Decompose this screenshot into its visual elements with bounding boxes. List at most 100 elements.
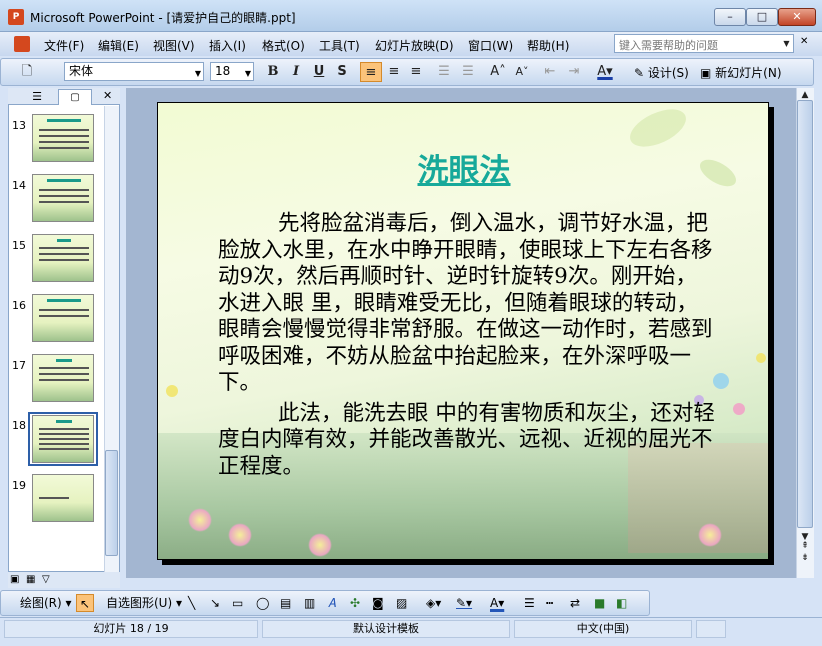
slide-number: 15: [12, 239, 26, 252]
body-paragraph: 此法，能洗去眼 中的有害物质和灰尘，还对轻度白内障有效，并能改善散光、远视、近视…: [218, 400, 715, 479]
mdi-close-icon[interactable]: ✕: [800, 36, 808, 47]
slide-position-status: 幻灯片 18 / 19: [4, 620, 258, 638]
font-size-value: 18: [215, 64, 231, 78]
design-label: 设计(S): [647, 66, 689, 80]
bold-button[interactable]: B: [264, 62, 282, 82]
arrow-style-icon[interactable]: ⇄: [570, 594, 580, 612]
shadow-style-icon[interactable]: ■: [594, 594, 605, 612]
chevron-down-icon[interactable]: ▼: [780, 35, 793, 52]
increase-font-icon[interactable]: A˄: [488, 62, 508, 82]
decrease-indent-icon[interactable]: ⇤: [540, 62, 560, 82]
help-search-input[interactable]: 键入需要帮助的问题: [614, 34, 794, 53]
font-color-button[interactable]: A▾: [592, 62, 618, 82]
clipart-icon[interactable]: ◙: [372, 594, 384, 612]
slide-thumbnail[interactable]: [32, 234, 94, 282]
normal-view-icon[interactable]: ▣: [10, 574, 19, 585]
slide-title[interactable]: 洗眼法: [158, 145, 768, 190]
menu-view[interactable]: 视图(V): [153, 37, 195, 54]
textbox-icon[interactable]: ▤: [280, 594, 291, 612]
line-color-icon[interactable]: ✎▾: [456, 594, 472, 612]
slide-thumbnail[interactable]: [32, 294, 94, 342]
draw-menu-button[interactable]: 绘图(R) ▾: [20, 594, 72, 612]
bubble-decoration: [756, 353, 766, 363]
slide-number: 18: [12, 419, 26, 432]
font-name-select[interactable]: 宋体 ▼: [64, 62, 204, 81]
close-pane-icon[interactable]: ✕: [103, 89, 112, 102]
editor-scroll-thumb[interactable]: [797, 100, 813, 528]
pane-scroll-thumb[interactable]: [105, 450, 118, 556]
sorter-view-icon[interactable]: ▦: [26, 574, 35, 585]
bullets-icon[interactable]: ☰: [458, 62, 478, 82]
slide-thumbnail[interactable]: [32, 114, 94, 162]
slideshow-view-icon[interactable]: ▽: [42, 574, 50, 585]
window-title: Microsoft PowerPoint - [请爱护自己的眼睛.ppt]: [30, 11, 296, 25]
menu-help[interactable]: 帮助(H): [527, 37, 569, 54]
line-style-icon[interactable]: ☰: [524, 594, 535, 612]
flower-decoration: [228, 523, 252, 547]
wordart-icon[interactable]: 𝐴: [328, 594, 336, 612]
slide-thumbnail[interactable]: [32, 474, 94, 522]
design-button[interactable]: ✎ 设计(S): [634, 64, 689, 81]
shadow-button[interactable]: S: [333, 62, 351, 82]
slide-number: 19: [12, 479, 26, 492]
align-center-button[interactable]: ≡: [384, 62, 404, 82]
slide-thumbnail-selected[interactable]: [32, 415, 94, 463]
new-slide-button[interactable]: ▣ 新幻灯片(N): [700, 64, 782, 81]
body-paragraph: 先将脸盆消毒后，倒入温水，调节好水温，把脸放入水里，在水中睁开眼睛，使眼球上下左…: [218, 211, 713, 395]
slide-number: 14: [12, 179, 26, 192]
menu-file[interactable]: 文件(F): [44, 37, 84, 54]
font-color-draw-icon[interactable]: A▾: [490, 594, 504, 612]
bubble-decoration: [733, 403, 745, 415]
language-status: 中文(中国): [514, 620, 692, 638]
arrow-icon[interactable]: ↘: [210, 594, 220, 612]
menu-slideshow[interactable]: 幻灯片放映(D): [375, 37, 454, 54]
increase-indent-icon[interactable]: ⇥: [564, 62, 584, 82]
previous-slide-icon[interactable]: ⇞: [798, 540, 812, 552]
align-right-button[interactable]: ≡: [406, 62, 426, 82]
chevron-down-icon: ▼: [194, 69, 201, 78]
maximize-button[interactable]: □: [746, 8, 778, 26]
close-button[interactable]: ✕: [778, 8, 816, 26]
slide-canvas[interactable]: 洗眼法 先将脸盆消毒后，倒入温水，调节好水温，把脸放入水里，在水中睁开眼睛，使眼…: [157, 102, 769, 560]
menu-window[interactable]: 窗口(W): [468, 37, 513, 54]
menu-tools[interactable]: 工具(T): [319, 37, 360, 54]
slide-number: 17: [12, 359, 26, 372]
align-left-button[interactable]: ≡: [360, 62, 382, 82]
draw-label: 绘图(R): [20, 596, 62, 610]
numbering-icon[interactable]: ☰: [434, 62, 454, 82]
oval-icon[interactable]: ◯: [256, 594, 269, 612]
3d-style-icon[interactable]: ◧: [616, 594, 627, 612]
italic-button[interactable]: I: [287, 62, 305, 82]
minimize-button[interactable]: –: [714, 8, 746, 26]
document-icon[interactable]: [14, 36, 30, 52]
slides-tab[interactable]: ▢: [58, 89, 92, 105]
slide-thumbnail[interactable]: [32, 354, 94, 402]
diagram-icon[interactable]: ✣: [350, 594, 360, 612]
menu-format[interactable]: 格式(O): [262, 37, 305, 54]
slide-number: 16: [12, 299, 26, 312]
font-size-select[interactable]: 18 ▼: [210, 62, 254, 81]
slide-body-text[interactable]: 先将脸盆消毒后，倒入温水，调节好水温，把脸放入水里，在水中睁开眼睛，使眼球上下左…: [218, 211, 718, 480]
autoshape-label: 自选图形(U): [106, 596, 173, 610]
view-buttons: [8, 572, 120, 588]
flower-decoration: [188, 508, 212, 532]
dash-style-icon[interactable]: ┅: [546, 594, 553, 612]
autoshape-menu-button[interactable]: 自选图形(U) ▾: [106, 594, 182, 612]
line-icon[interactable]: ╲: [188, 594, 195, 612]
underline-button[interactable]: U: [310, 62, 328, 82]
rectangle-icon[interactable]: ▭: [232, 594, 243, 612]
chevron-down-icon: ▼: [244, 69, 251, 78]
select-pointer-icon[interactable]: ↖: [76, 594, 94, 612]
next-slide-icon[interactable]: ⇟: [798, 552, 812, 564]
bubble-decoration: [166, 385, 178, 397]
slide-thumbnail[interactable]: [32, 174, 94, 222]
fill-color-icon[interactable]: ◈▾: [426, 594, 441, 612]
vertical-textbox-icon[interactable]: ▥: [304, 594, 315, 612]
menu-insert[interactable]: 插入(I): [209, 37, 246, 54]
new-document-icon[interactable]: 🗋: [18, 62, 36, 82]
picture-icon[interactable]: ▨: [396, 594, 407, 612]
powerpoint-app-icon[interactable]: P: [8, 9, 24, 25]
outline-tab[interactable]: ☰: [24, 89, 50, 104]
menu-edit[interactable]: 编辑(E): [98, 37, 139, 54]
decrease-font-icon[interactable]: A˅: [512, 62, 532, 82]
